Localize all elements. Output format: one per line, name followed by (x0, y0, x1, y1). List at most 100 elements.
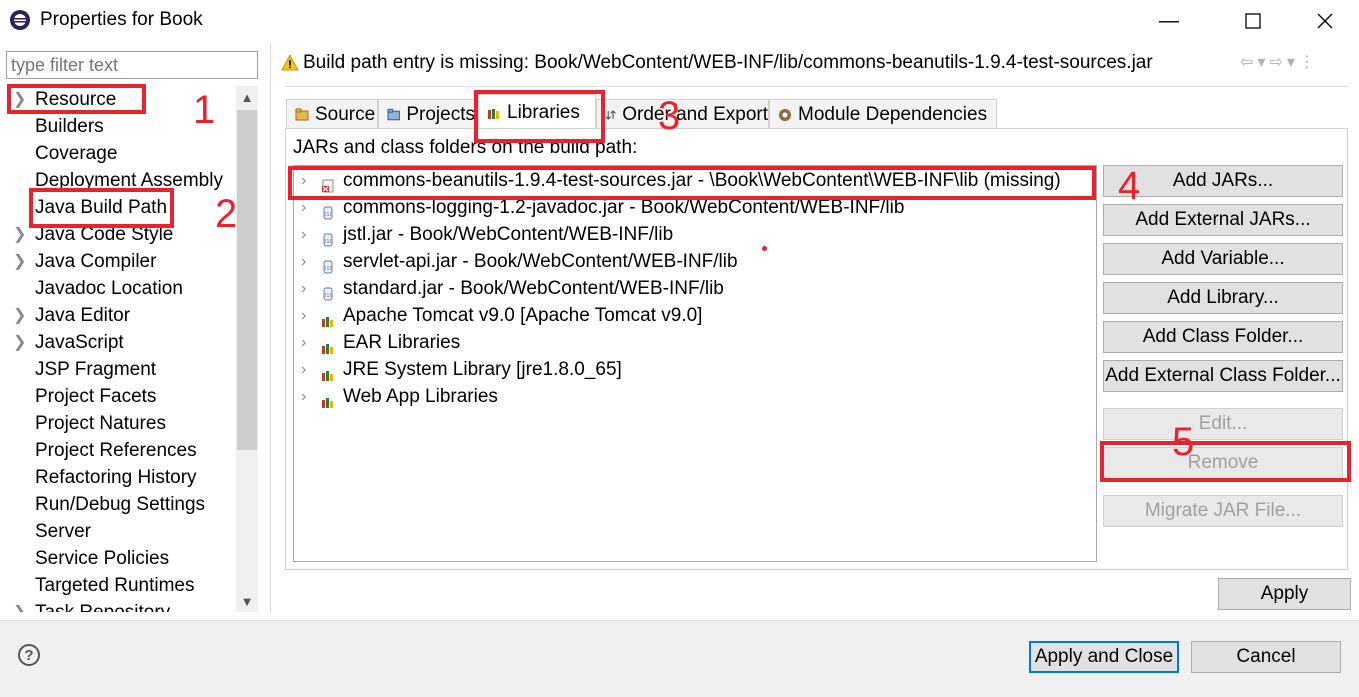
nav-item-server[interactable]: Server (6, 518, 234, 545)
library-row[interactable]: › Apache Tomcat v9.0 [Apache Tomcat v9.0] (294, 302, 1094, 329)
add-variable-button[interactable]: Add Variable... (1103, 243, 1343, 275)
source-icon (295, 108, 309, 120)
chevron-right-icon[interactable]: ❯ (13, 248, 26, 275)
nav-item-label: JSP Fragment (35, 359, 157, 380)
maximize-icon (1245, 13, 1261, 29)
nav-item-service-policies[interactable]: Service Policies (6, 545, 234, 572)
cancel-button[interactable]: Cancel (1191, 641, 1341, 673)
nav-item-jsp-fragment[interactable]: JSP Fragment (6, 356, 234, 383)
tab-order-and-export[interactable]: Order and Export (596, 99, 769, 129)
chevron-right-icon[interactable]: ❯ (13, 221, 26, 248)
scroll-thumb[interactable] (237, 110, 257, 450)
library-tree[interactable]: › commons-beanutils-1.9.4-test-sources.ja… (293, 165, 1097, 562)
chevron-right-icon[interactable]: › (301, 248, 306, 275)
jar-icon: 010 (321, 201, 335, 220)
nav-item-java-compiler[interactable]: ❯ Java Compiler (6, 248, 234, 275)
history-nav[interactable]: ⇦▾⇨▾⋮ (1240, 52, 1319, 72)
nav-item-label: Refactoring History (35, 467, 197, 488)
annotation-box-3 (474, 90, 605, 143)
jar-icon: 010 (321, 255, 335, 274)
library-row[interactable]: › 010 jstl.jar - Book/WebContent/WEB-INF/l… (294, 221, 1094, 248)
migrate-jar-button[interactable]: Migrate JAR File... (1103, 495, 1343, 527)
nav-item-javascript[interactable]: ❯ JavaScript (6, 329, 234, 356)
nav-item-project-references[interactable]: Project References (6, 437, 234, 464)
preference-tree: ❯ Resource Builders Coverage Deployment Asse… (6, 86, 234, 612)
library-icon (321, 363, 335, 381)
scroll-down-icon[interactable]: ▼ (236, 590, 258, 612)
tab-projects[interactable]: Projects (378, 99, 476, 129)
nav-item-label: Service Policies (35, 548, 170, 569)
library-icon (321, 309, 335, 327)
chevron-right-icon[interactable]: ❯ (13, 599, 26, 612)
nav-item-label: Java Editor (35, 305, 131, 326)
chevron-right-icon[interactable]: › (301, 275, 306, 302)
close-icon (1317, 13, 1333, 29)
svg-text:010: 010 (323, 266, 333, 272)
library-row-label: standard.jar - Book/WebContent/WEB-INF/l… (343, 278, 724, 299)
order-icon (605, 109, 616, 120)
back-menu-icon[interactable]: ▾ (1257, 54, 1269, 71)
chevron-right-icon[interactable]: ❯ (13, 302, 26, 329)
edit-button[interactable]: Edit... (1103, 408, 1343, 440)
add-external-class-folder-button[interactable]: Add External Class Folder... (1103, 360, 1343, 392)
forward-icon[interactable]: ⇨ (1269, 54, 1286, 71)
library-icon (321, 390, 335, 408)
nav-item-java-editor[interactable]: ❯ Java Editor (6, 302, 234, 329)
chevron-right-icon[interactable]: › (301, 221, 306, 248)
library-row-label: jstl.jar - Book/WebContent/WEB-INF/lib (343, 224, 674, 245)
chevron-right-icon[interactable]: › (301, 356, 306, 383)
jar-icon: 010 (321, 228, 335, 247)
library-row[interactable]: › EAR Libraries (294, 329, 1094, 356)
nav-item-label: Task Repository (35, 599, 170, 612)
back-icon[interactable]: ⇦ (1240, 54, 1257, 71)
add-library-button[interactable]: Add Library... (1103, 282, 1343, 314)
nav-item-project-natures[interactable]: Project Natures (6, 410, 234, 437)
library-row-label: JRE System Library [jre1.8.0_65] (343, 359, 622, 380)
header-separator (284, 86, 1349, 87)
nav-item-label: JavaScript (35, 332, 124, 353)
panel-divider[interactable] (270, 44, 271, 612)
add-external-jars-button[interactable]: Add External JARs... (1103, 204, 1343, 236)
tab-module-dependencies[interactable]: Module Dependencies (769, 99, 997, 129)
library-row[interactable]: › Web App Libraries (294, 383, 1094, 410)
chevron-right-icon[interactable]: › (301, 329, 306, 356)
close-button[interactable] (1300, 4, 1350, 38)
nav-item-project-facets[interactable]: Project Facets (6, 383, 234, 410)
nav-item-label: Server (35, 521, 91, 542)
nav-item-run-debug-settings[interactable]: Run/Debug Settings (6, 491, 234, 518)
annotation-box-1 (7, 84, 146, 114)
nav-item-refactoring-history[interactable]: Refactoring History (6, 464, 234, 491)
chevron-right-icon[interactable]: ❯ (13, 329, 26, 356)
warning-icon (281, 54, 299, 71)
apply-and-close-button[interactable]: Apply and Close (1029, 641, 1179, 673)
library-row[interactable]: › 010 servlet-api.jar - Book/WebContent/WE… (294, 248, 1094, 275)
minimize-button[interactable]: — (1144, 4, 1194, 38)
maximize-button[interactable] (1228, 4, 1278, 38)
tab-source[interactable]: Source (286, 99, 378, 129)
filter-input[interactable] (6, 51, 258, 79)
annotation-dot (762, 246, 767, 251)
nav-item-targeted-runtimes[interactable]: Targeted Runtimes (6, 572, 234, 599)
apply-button[interactable]: Apply (1218, 578, 1351, 610)
nav-item-label: Project References (35, 440, 197, 461)
view-menu-icon[interactable]: ⋮ (1299, 54, 1319, 71)
library-row[interactable]: › JRE System Library [jre1.8.0_65] (294, 356, 1094, 383)
module-icon (779, 108, 791, 121)
jar-icon: 010 (321, 282, 335, 301)
chevron-right-icon[interactable]: › (301, 383, 306, 410)
library-row[interactable]: › 010 standard.jar - Book/WebContent/WEB-I… (294, 275, 1094, 302)
nav-item-task-repository[interactable]: ❯ Task Repository (6, 599, 234, 612)
nav-item-javadoc-location[interactable]: Javadoc Location (6, 275, 234, 302)
nav-item-coverage[interactable]: Coverage (6, 140, 234, 167)
add-class-folder-button[interactable]: Add Class Folder... (1103, 321, 1343, 353)
library-row-label: EAR Libraries (343, 332, 461, 353)
nav-item-label: Run/Debug Settings (35, 494, 206, 515)
help-icon[interactable]: ? (18, 644, 40, 666)
nav-item-label: Project Facets (35, 386, 157, 407)
chevron-right-icon[interactable]: › (301, 302, 306, 329)
nav-item-label: Builders (35, 116, 104, 137)
scroll-up-icon[interactable]: ▲ (236, 86, 258, 108)
annotation-box-5 (1100, 441, 1351, 482)
annotation-number-4: 4 (1118, 164, 1141, 208)
forward-menu-icon[interactable]: ▾ (1287, 54, 1299, 71)
